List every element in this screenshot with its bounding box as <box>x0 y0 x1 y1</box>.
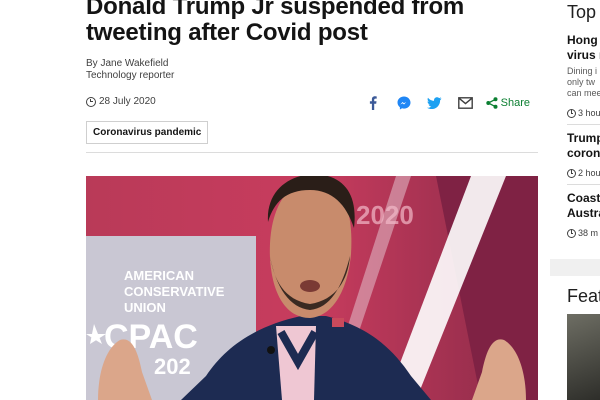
divider <box>567 124 600 125</box>
divider <box>567 184 600 185</box>
story-2-time-text: 2 hou <box>578 168 600 178</box>
story-3-time: 38 m <box>567 228 598 238</box>
features-panel: Feat <box>550 276 600 400</box>
sidebar: Top Hong K virus r Dining i only tw can … <box>550 0 600 400</box>
story-1-title-line-1[interactable]: Hong K <box>567 33 600 48</box>
feature-thumbnail[interactable] <box>567 314 600 400</box>
share-label: Share <box>500 97 530 109</box>
story-3-time-text: 38 m <box>578 228 599 238</box>
clock-icon <box>567 168 576 178</box>
clock-icon <box>86 96 96 107</box>
story-1-title-line-2[interactable]: virus r <box>567 48 600 63</box>
share-tools: Share <box>350 95 530 111</box>
lapel-microphone <box>267 346 275 354</box>
clock-icon <box>567 108 576 118</box>
topic-tag[interactable]: Coronavirus pandemic <box>86 121 209 144</box>
backdrop-text-3: UNION <box>124 300 166 315</box>
story-2-title-line-1[interactable]: Trump <box>567 131 600 146</box>
story-1-time: 3 hou <box>567 108 600 118</box>
backdrop-text-1: AMERICAN <box>124 268 194 283</box>
article-date: 28 July 2020 <box>86 96 156 107</box>
share-icon <box>485 97 498 109</box>
byline-author: By Jane Wakefield <box>86 58 169 69</box>
article-meta-row: 28 July 2020 Share <box>86 95 538 111</box>
lapel-pin <box>332 318 344 327</box>
clock-icon <box>567 228 576 238</box>
byline: By Jane Wakefield Technology reporter <box>86 58 174 82</box>
story-3-title-line-1[interactable]: Coasta <box>567 191 600 206</box>
top-stories-title: Top <box>567 2 597 22</box>
hero-photo: AMERICAN CONSERVATIVE UNION CPAC 202 202… <box>86 176 538 400</box>
facebook-icon[interactable] <box>365 95 381 111</box>
hero-image: AMERICAN CONSERVATIVE UNION CPAC 202 202… <box>86 176 538 400</box>
messenger-icon[interactable] <box>396 95 412 111</box>
story-1-summary-line-2: only tw <box>567 77 596 87</box>
article-date-text: 28 July 2020 <box>99 96 156 107</box>
story-1-summary-line-1: Dining i <box>567 66 598 76</box>
top-stories-panel: Top Hong K virus r Dining i only tw can … <box>550 0 600 259</box>
story-3-title-line-2[interactable]: Austra <box>567 206 600 221</box>
email-icon[interactable] <box>458 95 474 111</box>
twitter-icon[interactable] <box>427 95 443 111</box>
divider <box>86 152 538 153</box>
person-mouth <box>300 280 320 292</box>
story-1-summary-line-3: can mee <box>567 88 600 98</box>
features-title: Feat <box>567 286 600 306</box>
byline-role: Technology reporter <box>86 70 175 81</box>
article-headline: Donald Trump Jr suspended from tweeting … <box>86 0 465 46</box>
backdrop-text-2: CONSERVATIVE <box>124 284 225 299</box>
backdrop-year: 202 <box>154 354 191 379</box>
backdrop-year-top: 2020 <box>356 200 414 230</box>
story-2-title-line-2[interactable]: corona <box>567 146 600 161</box>
story-2-time: 2 hou <box>567 168 600 178</box>
share-button[interactable]: Share <box>485 97 530 109</box>
story-1-time-text: 3 hou <box>578 108 600 118</box>
